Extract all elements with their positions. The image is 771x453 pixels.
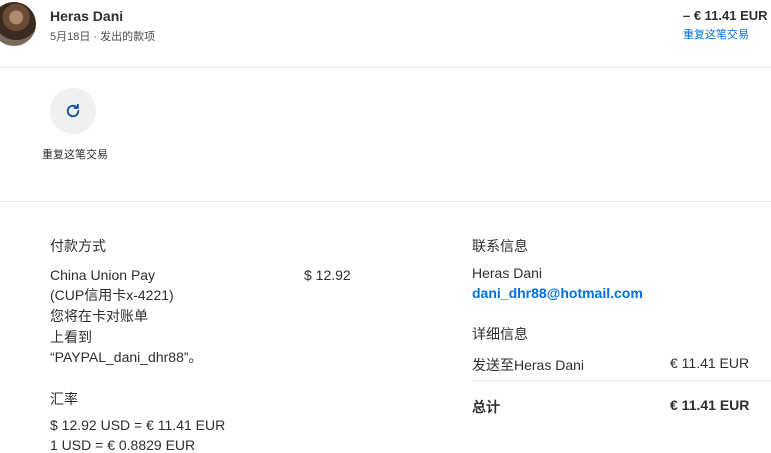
transaction-subtitle: 5月18日 · 发出的款项 — [50, 31, 156, 43]
sent-to-label: 发送至Heras Dani — [472, 357, 585, 373]
sent-to-amount: € 11.41 EUR — [670, 355, 750, 371]
contact-email-link[interactable]: dani_dhr88@hotmail.com — [472, 285, 643, 301]
payment-method-amount: $ 12.92 — [304, 267, 351, 283]
exchange-rate-title: 汇率 — [50, 391, 78, 407]
payment-method-line: “PAYPAL_dani_dhr88”。 — [50, 349, 203, 365]
details-divider — [472, 380, 771, 381]
contact-name: Heras Dani — [472, 265, 543, 281]
exchange-rate-line: 1 USD = € 0.8829 EUR — [50, 437, 196, 453]
transaction-header: Heras Dani 5月18日 · 发出的款项 – € 11.41 EUR 重… — [0, 0, 771, 68]
payment-method-line: 上看到 — [50, 329, 92, 345]
refresh-icon — [66, 103, 80, 118]
repeat-transaction-link[interactable]: 重复这笔交易 — [683, 26, 749, 42]
contact-info-title: 联系信息 — [472, 238, 528, 254]
exchange-rate-line: $ 12.92 USD = € 11.41 EUR — [50, 417, 226, 433]
section-divider — [0, 201, 771, 202]
total-label: 总计 — [472, 399, 500, 415]
payment-method-line: China Union Pay — [50, 267, 156, 283]
payment-method-title: 付款方式 — [50, 238, 106, 254]
avatar — [0, 2, 36, 46]
recipient-name: Heras Dani — [50, 8, 124, 24]
repeat-transaction-button[interactable] — [50, 88, 96, 134]
payment-method-line: (CUP信用卡x-4221) — [50, 287, 174, 303]
repeat-transaction-label: 重复这笔交易 — [42, 149, 108, 161]
details-title: 详细信息 — [472, 326, 528, 342]
transaction-amount: – € 11.41 EUR — [683, 8, 768, 23]
payment-method-line: 您将在卡对账单 — [50, 308, 148, 324]
total-amount: € 11.41 EUR — [670, 397, 750, 413]
